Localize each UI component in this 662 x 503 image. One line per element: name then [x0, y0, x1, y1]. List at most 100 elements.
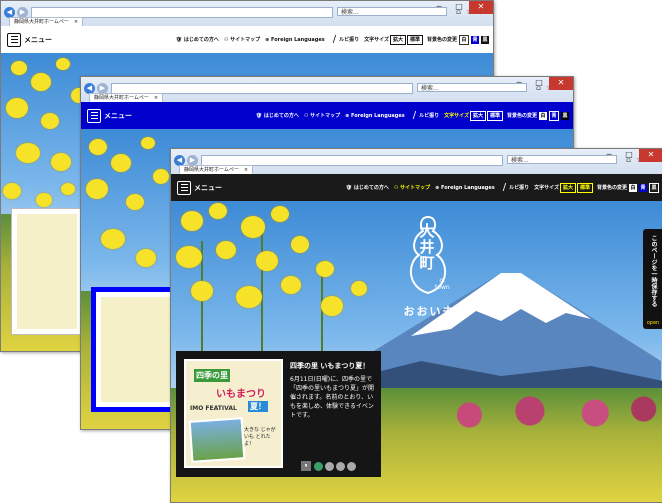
news-poster[interactable]: 四季の里 いもまつり IMO FEATIVAL 夏！ 大きな じゃがいも とれた… [184, 359, 283, 468]
minimize-button[interactable]: ─ [509, 77, 529, 90]
tab-title: 静岡県大井町ホームペー [184, 167, 239, 173]
poster-photo [188, 417, 246, 463]
maximize-button[interactable]: □ [449, 1, 469, 14]
bg-white-button[interactable]: 白 [539, 111, 547, 120]
minimize-button[interactable]: ─ [429, 1, 449, 14]
bg-black-button[interactable]: 黒 [649, 182, 659, 193]
carousel-controls: ⏸ [301, 461, 356, 471]
font-enlarge-button[interactable]: 拡大 [389, 34, 406, 45]
town-logo: 大井町 oi town おおい未来 [391, 215, 481, 325]
menu-label: メニュー [194, 183, 222, 192]
font-size-label: 文字サイズ [444, 113, 469, 119]
font-enlarge-button[interactable]: 拡大 [559, 182, 576, 193]
menu-button[interactable]: メニュー [7, 32, 52, 47]
link-sitemap[interactable]: ⚇ サイトマップ [304, 112, 340, 119]
font-standard-button[interactable]: 標準 [406, 34, 423, 45]
link-foreign[interactable]: ⊕ Foreign Languages [265, 37, 325, 43]
bg-blue-button[interactable]: 青 [471, 35, 479, 44]
news-poster-thumbnail [11, 208, 83, 335]
browser-chrome: ◀ ▶ 検索... ⌂ ☆ ⚙ ─ □ ✕ 静岡県大井町ホームペー× [1, 1, 493, 27]
hero-image: 大井町 oi town おおい未来 このページを一時保存する open 四季の里… [171, 201, 662, 502]
header-links: 🛡 はじめての方へ ⚇ サイトマップ ⊕ Foreign Languages /… [176, 34, 489, 45]
link-beginners-label: はじめての方へ [263, 113, 299, 119]
site-header: メニュー 🛡 はじめての方へ ⚇ サイトマップ ⊕ Foreign Langua… [171, 174, 662, 201]
close-button[interactable]: ✕ [469, 1, 493, 14]
ruby-toggle[interactable]: ルビ振り [419, 112, 439, 119]
font-standard-button[interactable]: 標準 [576, 182, 593, 193]
side-tab-label: このページを一時保存する [650, 235, 657, 307]
divider: / [332, 34, 337, 45]
link-sitemap[interactable]: ⚇ サイトマップ [394, 184, 430, 191]
tab-title: 静岡県大井町ホームペー [94, 95, 149, 101]
menu-label: メニュー [24, 35, 52, 44]
link-sitemap[interactable]: ⚇ サイトマップ [224, 36, 260, 43]
logo-kanji: 大井町 [419, 222, 435, 272]
header-links: 🛡 はじめての方へ ⚇ サイトマップ ⊕ Foreign Languages /… [256, 110, 569, 121]
link-beginners[interactable]: 🛡 はじめての方へ [176, 36, 219, 43]
minimize-button[interactable]: ─ [599, 149, 619, 162]
window-controls: ─ □ ✕ [509, 77, 573, 90]
hamburger-icon [177, 180, 191, 195]
pause-icon[interactable]: ⏸ [301, 461, 311, 471]
news-panel: 四季の里 いもまつり IMO FEATIVAL 夏！ 大きな じゃがいも とれた… [176, 351, 381, 477]
link-beginners-label: はじめての方へ [183, 37, 219, 43]
menu-button[interactable]: メニュー [87, 108, 132, 123]
poster-line1: 四季の里 [194, 369, 230, 382]
news-title[interactable]: 四季の里 いもまつり夏！ [290, 361, 376, 371]
side-tab-open: open [646, 320, 660, 326]
news-body: 6月11日(日曜)に、四季の里で「四季の里いもまつり夏」が開催されます。名前のと… [290, 376, 375, 419]
close-button[interactable]: ✕ [639, 149, 662, 162]
hamburger-icon [7, 32, 21, 47]
poster-badge: 夏！ [248, 401, 268, 412]
bg-black-button[interactable]: 黒 [561, 111, 569, 120]
browser-chrome: ◀ ▶ 検索... ⌂ ☆ ⚙ ─ □ ✕ 静岡県大井町ホームペー× [81, 77, 573, 103]
bg-color-label: 背景色の変更 [426, 37, 457, 43]
link-beginners[interactable]: 🛡 はじめての方へ [256, 112, 299, 119]
poster-note: 大きな じゃがいも とれたよ！ [244, 427, 276, 447]
poster-en: IMO FEATIVAL [190, 405, 237, 412]
bg-black-button[interactable]: 黒 [481, 35, 489, 44]
window-controls: ─ □ ✕ [599, 149, 662, 162]
divider: / [412, 110, 417, 121]
font-standard-button[interactable]: 標準 [486, 110, 503, 121]
ruby-toggle[interactable]: ルビ振り [509, 184, 529, 191]
carousel-dot[interactable] [314, 461, 323, 471]
tab-close-icon[interactable]: × [244, 167, 248, 173]
hamburger-icon [87, 108, 101, 123]
carousel-dot[interactable] [325, 461, 334, 471]
menu-label: メニュー [104, 111, 132, 120]
tab-close-icon[interactable]: × [74, 19, 78, 25]
menu-button[interactable]: メニュー [177, 180, 222, 195]
font-enlarge-button[interactable]: 拡大 [469, 110, 486, 121]
poster-line2: いもまつり [216, 389, 266, 400]
bg-blue-button[interactable]: 青 [639, 183, 647, 192]
close-button[interactable]: ✕ [549, 77, 573, 90]
save-page-side-tab[interactable]: このページを一時保存する open [643, 229, 662, 329]
carousel-dot[interactable] [336, 461, 345, 471]
bg-white-button[interactable]: 白 [459, 34, 469, 45]
pink-trees [421, 391, 662, 431]
browser-window-black-theme: ◀ ▶ 検索... ⌂ ☆ ⚙ ─ □ ✕ 静岡県大井町ホームペー× メニュー … [170, 148, 662, 503]
site-header: メニュー 🛡 はじめての方へ ⚇ サイトマップ ⊕ Foreign Langua… [1, 26, 493, 54]
carousel-dot[interactable] [347, 461, 356, 471]
link-beginners[interactable]: 🛡 はじめての方へ [346, 184, 389, 191]
header-links: 🛡 はじめての方へ ⚇ サイトマップ ⊕ Foreign Languages /… [346, 182, 659, 193]
link-sitemap-label: サイトマップ [310, 113, 341, 119]
link-foreign-label: Foreign Languages [351, 112, 405, 119]
bg-blue-button[interactable]: 青 [549, 110, 559, 121]
maximize-button[interactable]: □ [619, 149, 639, 162]
tab-close-icon[interactable]: × [154, 95, 158, 101]
link-sitemap-label: サイトマップ [400, 185, 431, 191]
link-foreign[interactable]: ⊕ Foreign Languages [435, 185, 495, 191]
bg-white-button[interactable]: 白 [629, 183, 637, 192]
tab-title: 静岡県大井町ホームペー [14, 19, 69, 25]
link-sitemap-label: サイトマップ [230, 37, 261, 43]
site-header: メニュー 🛡 はじめての方へ ⚇ サイトマップ ⊕ Foreign Langua… [81, 102, 573, 129]
link-beginners-label: はじめての方へ [353, 185, 389, 191]
logo-en: oi town [435, 277, 450, 291]
divider: / [502, 182, 507, 193]
link-foreign[interactable]: ⊕ Foreign Languages [345, 113, 405, 119]
ruby-toggle[interactable]: ルビ振り [339, 36, 359, 43]
maximize-button[interactable]: □ [529, 77, 549, 90]
window-controls: ─ □ ✕ [429, 1, 493, 14]
